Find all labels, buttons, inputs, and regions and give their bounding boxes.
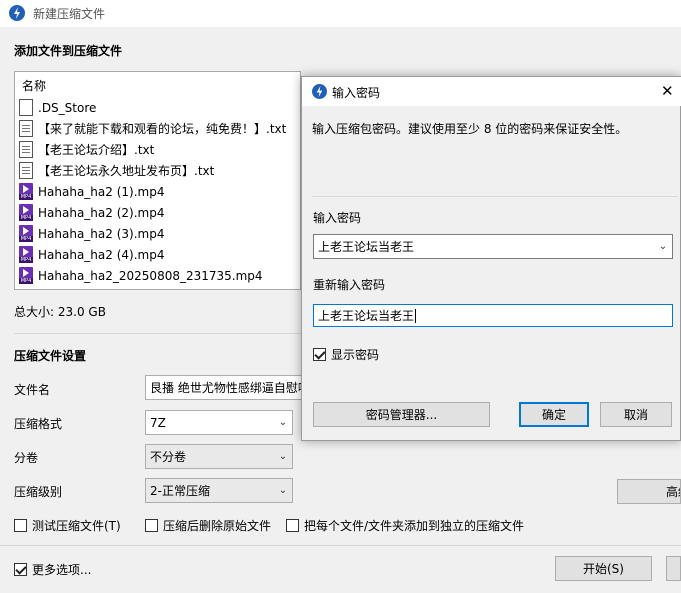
footer-divider — [0, 545, 681, 546]
column-header-name[interactable]: 名称 — [22, 77, 46, 94]
file-row[interactable]: Hahaha_ha2 (2).mp4 — [19, 202, 164, 223]
file-name: Hahaha_ha2 (1).mp4 — [38, 184, 165, 199]
show-password-label: 显示密码 — [331, 348, 380, 362]
advanced-button-label: 高级 — [666, 485, 680, 499]
file-list[interactable]: 名称 .DS_Store 【来了就能下载和观看的论坛，纯免费！】.txt 【老王论坛… — [14, 71, 301, 290]
test-archive-label: 测试压缩文件(T) — [32, 519, 121, 533]
split-select[interactable]: 不分卷 ⌄ — [145, 444, 293, 469]
file-row[interactable]: Hahaha_ha2 (1).mp4 — [19, 181, 164, 202]
confirm-password-input[interactable]: 上老王论坛当老王 — [313, 304, 673, 327]
mp4-file-icon — [19, 204, 33, 221]
checkbox-checked — [14, 563, 27, 576]
checkbox-box — [286, 519, 299, 532]
file-name: .DS_Store — [38, 100, 97, 115]
mp4-file-icon — [19, 246, 33, 263]
file-name: Hahaha_ha2_20250808_231735.mp4 — [38, 268, 263, 283]
cancel-main-button[interactable] — [666, 556, 681, 581]
checkbox-checked — [313, 348, 326, 361]
split-label: 分卷 — [14, 451, 39, 465]
level-select[interactable]: 2-正常压缩 ⌄ — [145, 478, 293, 503]
file-name: Hahaha_ha2 (4).mp4 — [38, 247, 165, 262]
file-row[interactable]: Hahaha_ha2 (3).mp4 — [19, 223, 164, 244]
window-title: 新建压缩文件 — [33, 7, 106, 21]
ok-button[interactable]: 确定 — [519, 402, 589, 427]
filename-label: 文件名 — [14, 383, 51, 397]
blank-file-icon — [19, 99, 33, 116]
delete-original-label: 压缩后删除原始文件 — [163, 519, 272, 533]
format-select[interactable]: 7Z ⌄ — [145, 410, 293, 435]
dialog-hint: 输入压缩包密码。建议使用至少 8 位的密码来保证安全性。 — [312, 122, 628, 136]
dialog-title: 输入密码 — [332, 86, 381, 100]
separate-archives-label: 把每个文件/文件夹添加到独立的压缩文件 — [304, 519, 525, 533]
text-file-icon — [19, 162, 33, 179]
cancel-button[interactable]: 取消 — [600, 402, 672, 427]
filename-input[interactable]: 艮播 绝世尤物性感绑逼自慰喷 — [145, 375, 305, 400]
chevron-down-icon[interactable]: ⌄ — [654, 241, 672, 252]
file-row[interactable]: 【老王论坛介绍】.txt — [19, 139, 154, 160]
mp4-file-icon — [19, 267, 33, 284]
file-row[interactable]: Hahaha_ha2 (4).mp4 — [19, 244, 164, 265]
confirm-password-value: 上老王论坛当老王 — [318, 309, 415, 323]
delete-original-checkbox[interactable]: 压缩后删除原始文件 — [145, 517, 271, 534]
app-logo-icon — [312, 84, 327, 99]
file-name: Hahaha_ha2 (2).mp4 — [38, 205, 165, 220]
mp4-file-icon — [19, 225, 33, 242]
text-file-icon — [19, 120, 33, 137]
total-size-label: 总大小: 23.0 GB — [14, 305, 106, 319]
test-archive-checkbox[interactable]: 测试压缩文件(T) — [14, 517, 121, 534]
level-value: 2-正常压缩 — [150, 484, 210, 498]
file-name: 【来了就能下载和观看的论坛，纯免费！】.txt — [38, 122, 287, 136]
checkbox-box — [14, 519, 27, 532]
file-row[interactable]: Hahaha_ha2_20250808_231735.mp4 — [19, 265, 263, 286]
password-label: 输入密码 — [313, 211, 362, 225]
show-password-checkbox[interactable]: 显示密码 — [313, 346, 379, 363]
file-row[interactable]: 【来了就能下载和观看的论坛，纯免费！】.txt — [19, 118, 286, 139]
dialog-divider — [312, 196, 678, 197]
file-row[interactable]: 【老王论坛永久地址发布页】.txt — [19, 160, 214, 181]
filename-value: 艮播 绝世尤物性感绑逼自慰喷 — [150, 381, 305, 395]
password-input[interactable]: 上老王论坛当老王 ⌄ — [313, 234, 673, 259]
password-dialog: 输入密码 ✕ 输入压缩包密码。建议使用至少 8 位的密码来保证安全性。 输入密码… — [301, 76, 681, 441]
file-row[interactable]: .DS_Store — [19, 97, 96, 118]
ok-button-label: 确定 — [541, 408, 566, 422]
start-button-label: 开始(S) — [583, 562, 624, 576]
chevron-down-icon: ⌄ — [278, 485, 288, 496]
start-button[interactable]: 开始(S) — [555, 556, 652, 581]
split-value: 不分卷 — [150, 450, 187, 464]
chevron-down-icon: ⌄ — [278, 451, 288, 462]
checkbox-box — [145, 519, 158, 532]
password-manager-button[interactable]: 密码管理器... — [313, 402, 490, 427]
text-caret — [415, 308, 417, 323]
close-icon[interactable]: ✕ — [661, 82, 674, 100]
cancel-button-label: 取消 — [623, 408, 648, 422]
separate-archives-checkbox[interactable]: 把每个文件/文件夹添加到独立的压缩文件 — [286, 517, 524, 534]
chevron-down-icon: ⌄ — [278, 417, 288, 428]
file-name: 【老王论坛介绍】.txt — [38, 143, 155, 157]
app-logo-icon — [9, 5, 25, 21]
file-name: Hahaha_ha2 (3).mp4 — [38, 226, 165, 241]
settings-section-title: 压缩文件设置 — [14, 349, 87, 363]
format-label: 压缩格式 — [14, 417, 63, 431]
text-file-icon — [19, 141, 33, 158]
more-options-checkbox[interactable]: 更多选项... — [14, 561, 91, 578]
add-files-section-title: 添加文件到压缩文件 — [14, 44, 123, 58]
level-label: 压缩级别 — [14, 485, 63, 499]
confirm-password-label: 重新输入密码 — [313, 278, 386, 292]
password-manager-label: 密码管理器... — [365, 408, 438, 422]
file-name: 【老王论坛永久地址发布页】.txt — [38, 164, 215, 178]
advanced-button[interactable]: 高级 — [617, 479, 681, 504]
password-value: 上老王论坛当老王 — [318, 240, 415, 254]
format-value: 7Z — [150, 415, 166, 430]
mp4-file-icon — [19, 183, 33, 200]
more-options-label: 更多选项... — [32, 563, 92, 577]
